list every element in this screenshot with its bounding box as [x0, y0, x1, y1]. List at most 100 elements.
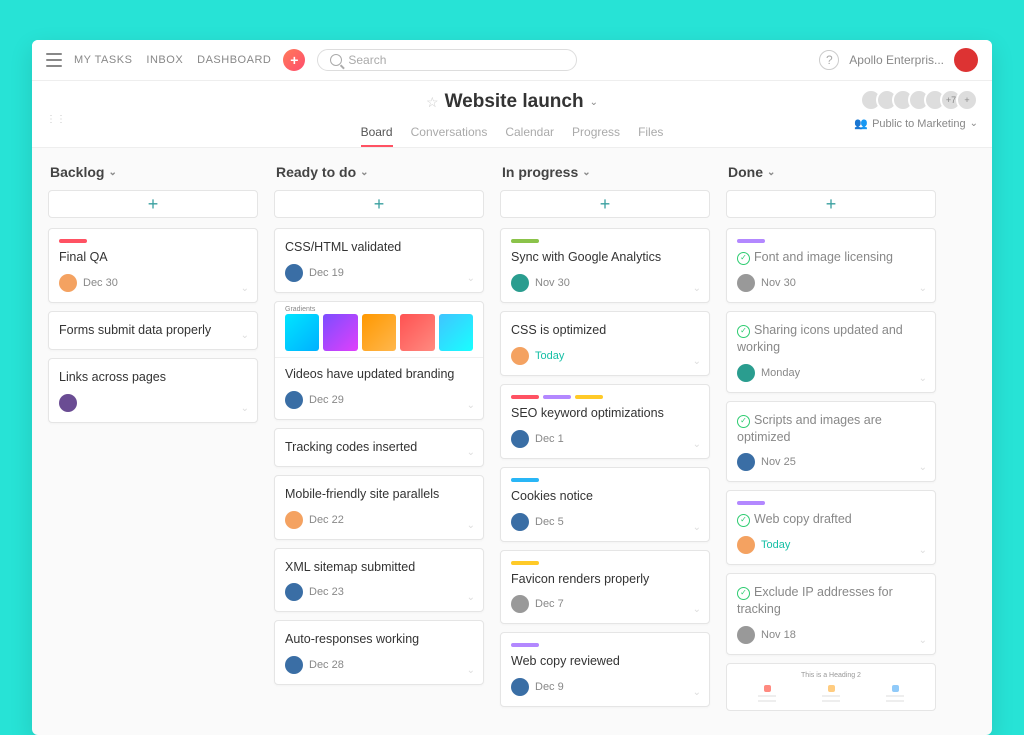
card-date: Today	[761, 539, 790, 551]
tag-red	[511, 395, 539, 399]
tag-red	[59, 239, 87, 243]
favorite-star-icon[interactable]: ☆	[426, 94, 439, 111]
tab-conversations[interactable]: Conversations	[411, 119, 488, 147]
card[interactable]: Links across pages⌄	[48, 358, 258, 423]
tab-board[interactable]: Board	[361, 119, 393, 147]
add-member-button[interactable]: +	[956, 89, 978, 111]
card-menu-icon[interactable]: ⌄	[241, 403, 249, 414]
card-meta: Dec 9	[511, 678, 699, 696]
assignee-avatar[interactable]	[285, 583, 303, 601]
workspace-name[interactable]: Apollo Enterpris...	[849, 53, 944, 67]
card[interactable]: Sync with Google AnalyticsNov 30⌄	[500, 228, 710, 303]
card-date: Dec 1	[535, 433, 564, 445]
card[interactable]: Tracking codes inserted⌄	[274, 428, 484, 467]
card[interactable]: ✓Exclude IP addresses for trackingNov 18…	[726, 573, 936, 655]
card-menu-icon[interactable]: ⌄	[467, 447, 475, 458]
card[interactable]: Mobile-friendly site parallelsDec 22⌄	[274, 475, 484, 540]
card-menu-icon[interactable]: ⌄	[919, 373, 927, 384]
assignee-avatar[interactable]	[737, 536, 755, 554]
card[interactable]: ✓Web copy draftedToday⌄	[726, 490, 936, 565]
card-menu-icon[interactable]: ⌄	[467, 273, 475, 284]
privacy-selector[interactable]: 👥 Public to Marketing ⌄	[854, 117, 978, 130]
card[interactable]: CSS is optimizedToday⌄	[500, 311, 710, 376]
assignee-avatar[interactable]	[285, 264, 303, 282]
card[interactable]: CSS/HTML validatedDec 19⌄	[274, 228, 484, 293]
assignee-avatar[interactable]	[737, 274, 755, 292]
add-card-button[interactable]: +	[726, 190, 936, 218]
tag-purple	[511, 643, 539, 647]
card[interactable]: ✓Font and image licensingNov 30⌄	[726, 228, 936, 303]
assignee-avatar[interactable]	[511, 678, 529, 696]
project-menu-chevron-icon[interactable]: ⌄	[590, 97, 598, 108]
card-menu-icon[interactable]: ⌄	[919, 283, 927, 294]
card-menu-icon[interactable]: ⌄	[693, 356, 701, 367]
card[interactable]: Auto-responses workingDec 28⌄	[274, 620, 484, 685]
card[interactable]: Gradients Videos have updated brandingDe…	[274, 301, 484, 420]
assignee-avatar[interactable]	[511, 430, 529, 448]
assignee-avatar[interactable]	[285, 391, 303, 409]
card-menu-icon[interactable]: ⌄	[241, 283, 249, 294]
menu-icon[interactable]	[46, 53, 62, 67]
tab-calendar[interactable]: Calendar	[505, 119, 554, 147]
assignee-avatar[interactable]	[511, 347, 529, 365]
search-input[interactable]: Search	[317, 49, 577, 71]
assignee-avatar[interactable]	[285, 511, 303, 529]
card-title: CSS/HTML validated	[285, 239, 473, 256]
card[interactable]: Favicon renders properlyDec 7⌄	[500, 550, 710, 625]
card[interactable]: ✓Scripts and images are optimizedNov 25⌄	[726, 401, 936, 483]
tab-progress[interactable]: Progress	[572, 119, 620, 147]
card[interactable]: SEO keyword optimizationsDec 1⌄	[500, 384, 710, 459]
assignee-avatar[interactable]	[511, 274, 529, 292]
card-meta: Dec 29	[285, 391, 473, 409]
card-menu-icon[interactable]: ⌄	[919, 635, 927, 646]
nav-dashboard[interactable]: DASHBOARD	[197, 54, 271, 66]
card-menu-icon[interactable]: ⌄	[467, 665, 475, 676]
column-title[interactable]: Backlog⌄	[48, 164, 258, 180]
card-menu-icon[interactable]: ⌄	[919, 545, 927, 556]
assignee-avatar[interactable]	[511, 595, 529, 613]
add-card-button[interactable]: +	[48, 190, 258, 218]
card[interactable]: Cookies noticeDec 5⌄	[500, 467, 710, 542]
card[interactable]: Web copy reviewedDec 9⌄	[500, 632, 710, 707]
card-menu-icon[interactable]: ⌄	[467, 520, 475, 531]
help-button[interactable]: ?	[819, 50, 839, 70]
global-add-button[interactable]: +	[283, 49, 305, 71]
card[interactable]: Forms submit data properly⌄	[48, 311, 258, 350]
add-card-button[interactable]: +	[274, 190, 484, 218]
assignee-avatar[interactable]	[737, 364, 755, 382]
card-menu-icon[interactable]: ⌄	[693, 687, 701, 698]
card-menu-icon[interactable]: ⌄	[693, 522, 701, 533]
assignee-avatar[interactable]	[59, 394, 77, 412]
card-wireframe-preview[interactable]: This is a Heading 2	[726, 663, 936, 711]
column-title[interactable]: Ready to do⌄	[274, 164, 484, 180]
card-menu-icon[interactable]: ⌄	[693, 604, 701, 615]
card[interactable]: Final QADec 30⌄	[48, 228, 258, 303]
assignee-avatar[interactable]	[511, 513, 529, 531]
assignee-avatar[interactable]	[285, 656, 303, 674]
card[interactable]: ✓Sharing icons updated and workingMonday…	[726, 311, 936, 393]
card-menu-icon[interactable]: ⌄	[919, 462, 927, 473]
tag-purple	[737, 501, 765, 505]
card-menu-icon[interactable]: ⌄	[467, 400, 475, 411]
assignee-avatar[interactable]	[59, 274, 77, 292]
column-title[interactable]: In progress⌄	[500, 164, 710, 180]
card-menu-icon[interactable]: ⌄	[467, 592, 475, 603]
column-title[interactable]: Done⌄	[726, 164, 936, 180]
card-meta: Today	[511, 347, 699, 365]
card-menu-icon[interactable]: ⌄	[693, 439, 701, 450]
nav-inbox[interactable]: INBOX	[146, 54, 183, 66]
tab-files[interactable]: Files	[638, 119, 663, 147]
assignee-avatar[interactable]	[737, 626, 755, 644]
card-menu-icon[interactable]: ⌄	[693, 283, 701, 294]
project-header: ⋮⋮ ☆ Website launch ⌄ Board Conversation…	[32, 81, 992, 148]
sidebar-handle-icon[interactable]: ⋮⋮	[46, 114, 66, 125]
nav-my-tasks[interactable]: MY TASKS	[74, 54, 132, 66]
assignee-avatar[interactable]	[737, 453, 755, 471]
project-title[interactable]: Website launch	[445, 91, 584, 113]
card-meta: Nov 30	[511, 274, 699, 292]
add-card-button[interactable]: +	[500, 190, 710, 218]
card-menu-icon[interactable]: ⌄	[241, 330, 249, 341]
card-title: Mobile-friendly site parallels	[285, 486, 473, 503]
user-avatar[interactable]	[954, 48, 978, 72]
card[interactable]: XML sitemap submittedDec 23⌄	[274, 548, 484, 613]
